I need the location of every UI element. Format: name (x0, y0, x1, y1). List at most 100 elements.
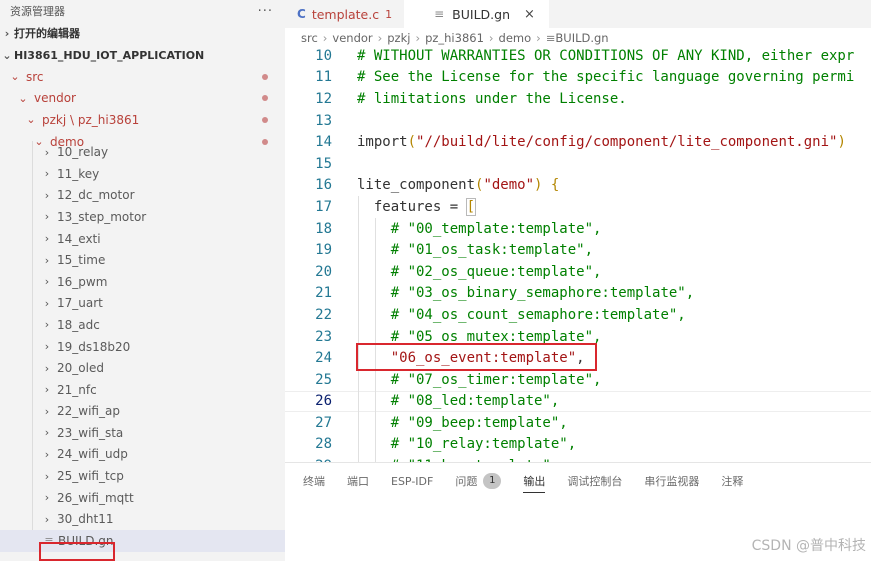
code-line[interactable]: 19 # "01_os_task:template", (285, 239, 871, 261)
tree-folder[interactable]: ⌄ src (0, 66, 285, 88)
code-line[interactable]: 24 "06_os_event:template", (285, 347, 871, 369)
file-lines-icon: ≡ (44, 534, 54, 548)
code-text: # "04_os_count_semaphore:template", (390, 306, 686, 323)
panel-tab[interactable]: 调试控制台 (567, 463, 622, 499)
indent-guide (374, 433, 376, 456)
tree-folder[interactable]: ⌄ vendor (0, 88, 285, 110)
tree-folder-item[interactable]: › 30_dht11 (0, 508, 285, 531)
panel-tab[interactable]: 端口 (347, 463, 369, 499)
panel-tab[interactable]: 注释 (721, 463, 743, 499)
tree-folder[interactable]: ⌄ pzkj \ pz_hi3861 (0, 109, 285, 131)
code-line[interactable]: 27 # "09_beep:template", (285, 412, 871, 434)
chevron-right-icon: › (415, 31, 421, 45)
tab-build-gn[interactable]: ≡ BUILD.gn × (404, 0, 549, 28)
indent-guide (32, 357, 33, 379)
tree-folder-item[interactable]: › 24_wifi_udp (0, 443, 285, 466)
code-text: # limitations under the License. (357, 90, 627, 107)
tab-template-c[interactable]: C template.c 1 (285, 0, 404, 28)
panel-tab-label: 输出 (523, 475, 546, 488)
code-line[interactable]: 15 (285, 153, 871, 175)
tree-folder-item[interactable]: › 13_step_motor (0, 206, 285, 228)
tree-folder-item[interactable]: › 25_wifi_tcp (0, 465, 285, 487)
code-line[interactable]: 20 # "02_os_queue:template", (285, 260, 871, 283)
tree-folder-item[interactable]: › 26_wifi_mqtt (0, 486, 285, 509)
panel-tab-label: 注释 (721, 475, 744, 488)
code-line[interactable]: 14 import("//build/lite/config/component/… (285, 131, 871, 153)
panel-tab[interactable]: 终端 (303, 463, 325, 499)
git-modified-dot (262, 95, 268, 102)
close-icon[interactable]: × (524, 7, 535, 22)
code-line[interactable]: 12 # limitations under the License. (285, 88, 871, 110)
tree-folder-item[interactable]: › 15_time (0, 249, 285, 271)
breadcrumb-item[interactable]: pzkj (387, 31, 410, 45)
code-text: import("//build/lite/config/component/li… (357, 134, 846, 151)
code-line[interactable]: 18 # "00_template:template", (285, 217, 871, 240)
code-line[interactable]: 13 (285, 110, 871, 132)
code-line[interactable]: 23 # "05_os_mutex:template", (285, 325, 871, 348)
breadcrumb-item[interactable]: pz_hi3861 (425, 31, 484, 45)
bottom-panel: 终端 端口 ESP-IDF 问题 1 输出 调试控制台 串行监视器 注释 CSDN @普中科技 (285, 462, 871, 561)
tree-folder-label: vendor (34, 91, 76, 106)
panel-tab[interactable]: ESP-IDF (391, 463, 433, 499)
code-text: # "00_template:template", (390, 220, 602, 237)
watermark: CSDN @普中科技 (751, 538, 866, 554)
indent-guide (32, 141, 33, 163)
chevron-right-icon: › (322, 31, 328, 45)
chevron-down-icon: ⌄ (18, 91, 28, 105)
code-line[interactable]: 11 # See the License for the specific lan… (285, 67, 871, 89)
tree-folder-label: pzkj \ pz_hi3861 (42, 112, 140, 127)
tree-folder-item[interactable]: › 20_oled (0, 357, 285, 379)
tree-folder-item[interactable]: › 16_pwm (0, 270, 285, 293)
tree-folder-item[interactable]: › 19_ds18b20 (0, 335, 285, 358)
code-line[interactable]: 10 # WITHOUT WARRANTIES OR CONDITIONS OF … (285, 45, 871, 67)
line-number: 27 (315, 414, 332, 431)
code-line[interactable]: 29# "11_key:template", (285, 455, 871, 462)
tree-folder-item[interactable]: › 21_nfc (0, 378, 285, 401)
tree-folder-item[interactable]: › 11_key (0, 162, 285, 185)
chevron-right-icon: › (4, 26, 10, 40)
chevron-right-icon: › (44, 145, 50, 159)
tree-folder-item[interactable]: › 12_dc_motor (0, 184, 285, 207)
code-line[interactable]: 22 # "04_os_count_semaphore:template", (285, 304, 871, 326)
tree-folder-item[interactable]: › 10_relay (0, 141, 285, 163)
code-line[interactable]: 25 # "07_os_timer:template", (285, 368, 871, 391)
chevron-right-icon: › (44, 188, 50, 202)
tree-folder-item[interactable]: › 14_exti (0, 227, 285, 250)
breadcrumb-item[interactable]: BUILD.gn (555, 31, 608, 45)
code-text: # WITHOUT WARRANTIES OR CONDITIONS OF AN… (357, 47, 855, 64)
tree-item-label: 22_wifi_ap (57, 404, 120, 419)
tree-folder-item[interactable]: › 22_wifi_ap (0, 400, 285, 423)
panel-tab[interactable]: 输出 (523, 463, 546, 499)
code-text: lite_component("demo") { (357, 177, 560, 194)
indent-guide (374, 260, 376, 283)
workspace-section[interactable]: ⌄ HI3861_HDU_IOT_APPLICATION (0, 44, 285, 66)
open-editors-section[interactable]: › 打开的编辑器 (0, 22, 285, 44)
current-line-highlight (285, 390, 871, 413)
code-line[interactable]: 28 # "10_relay:template", (285, 433, 871, 456)
tree-file-build-gn[interactable]: ≡ BUILD.gn (0, 530, 285, 552)
panel-tab[interactable]: 问题 1 (455, 463, 502, 499)
indent-guide (32, 314, 33, 336)
chevron-right-icon: › (44, 491, 50, 505)
code-line[interactable]: 26 # "08_led:template", (285, 390, 871, 413)
c-file-icon: C (297, 7, 306, 21)
code-view[interactable]: 10 # WITHOUT WARRANTIES OR CONDITIONS OF … (285, 45, 871, 462)
tree-folder-item[interactable]: › 23_wifi_sta (0, 422, 285, 444)
chevron-right-icon: › (488, 31, 494, 45)
line-number: 19 (315, 242, 332, 259)
file-lines-icon: ≡ (545, 31, 556, 45)
code-line[interactable]: 21 # "03_os_binary_semaphore:template", (285, 282, 871, 305)
more-actions-icon[interactable]: ··· (258, 4, 273, 19)
breadcrumb-item[interactable]: demo (499, 31, 532, 45)
code-line[interactable]: 16 lite_component("demo") { (285, 175, 871, 197)
tree-folder-item[interactable]: › 17_uart (0, 292, 285, 315)
problems-badge: 1 (483, 473, 502, 489)
code-text: # "05_os_mutex:template", (390, 328, 602, 345)
panel-tab[interactable]: 串行监视器 (644, 463, 699, 499)
tree-item-label: 12_dc_motor (57, 188, 135, 203)
tree-folder-item[interactable]: › 18_adc (0, 314, 285, 336)
breadcrumb-item[interactable]: src (301, 31, 318, 45)
code-line[interactable]: 17 features = [ (285, 196, 871, 218)
code-text: # "09_beep:template", (390, 414, 568, 431)
breadcrumb-item[interactable]: vendor (332, 31, 372, 45)
